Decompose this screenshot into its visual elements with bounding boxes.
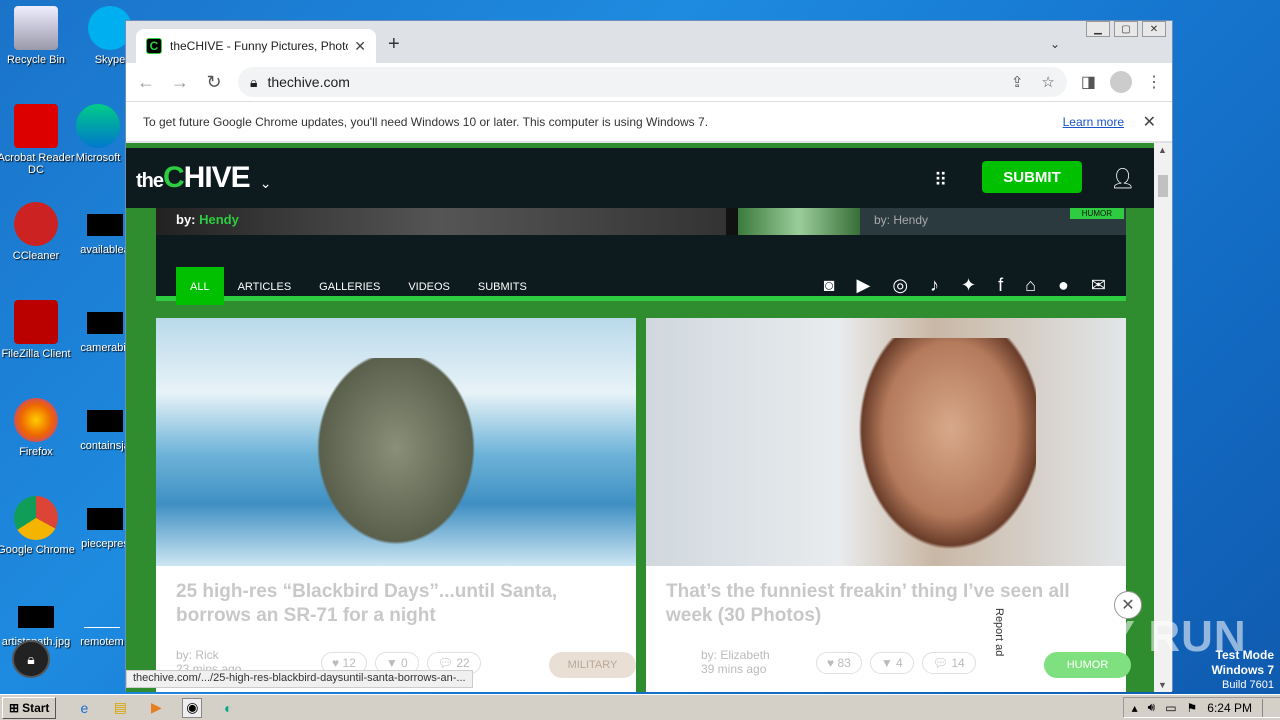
test-mode-label: Test Mode Windows 7 Build 7601	[1211, 648, 1274, 691]
tab-submits[interactable]: SUBMITS	[464, 267, 541, 305]
url-text: thechive.com	[267, 74, 350, 90]
like-button[interactable]: ♥ 83	[816, 652, 862, 674]
maximize-button[interactable]: ▢	[1114, 21, 1138, 37]
lock-icon: 🔒︎	[250, 73, 258, 90]
forward-icon[interactable]: →	[170, 72, 190, 93]
tiktok-icon[interactable]: ♪	[930, 275, 939, 296]
back-icon[interactable]: ←	[136, 72, 156, 93]
report-ad-link[interactable]: Report ad	[993, 608, 1005, 656]
ie-icon[interactable]: e	[74, 698, 94, 718]
android-icon[interactable]: ⌂	[1025, 275, 1036, 296]
featured-strip: by: Hendy by: Hendy HUMOR	[156, 208, 1126, 235]
bookmark-star-icon[interactable]: ☆	[1041, 73, 1054, 91]
apps-grid-icon[interactable]: ⠿	[934, 170, 947, 191]
edge-taskbar-icon[interactable]: ◐	[218, 698, 238, 718]
close-window-button[interactable]: ✕	[1142, 21, 1166, 37]
privacy-lock-icon[interactable]: 🔒︎	[12, 640, 50, 678]
article-stats: ♥ 83 ▼ 4 💬︎ 14	[816, 652, 976, 674]
apple-icon[interactable]: ●	[1058, 275, 1069, 296]
article-card[interactable]: 25 high-res “Blackbird Days”...until San…	[156, 318, 636, 692]
featured-author-right: by: Hendy	[874, 213, 929, 227]
recycle-bin-icon[interactable]: Recycle Bin	[0, 6, 76, 66]
user-icon[interactable]: 👤︎	[1110, 166, 1135, 191]
category-badge[interactable]: MILITARY	[549, 652, 636, 678]
profile-avatar[interactable]	[1110, 71, 1132, 93]
tab-videos[interactable]: VIDEOS	[394, 267, 464, 305]
featured-image-left[interactable]	[156, 208, 726, 235]
sr71-image	[306, 358, 486, 558]
article-image[interactable]	[646, 318, 1126, 566]
chive-logo[interactable]: theCHIVE	[136, 161, 251, 195]
youtube-icon[interactable]: ▶	[856, 275, 870, 296]
featured-right[interactable]: by: Hendy HUMOR	[738, 208, 1126, 235]
tab-all[interactable]: ALL	[176, 267, 224, 305]
explorer-folder-icon[interactable]: ▤	[110, 698, 130, 718]
infobar-message: To get future Google Chrome updates, you…	[143, 114, 709, 129]
reload-icon[interactable]: ↻	[204, 72, 224, 93]
update-infobar: To get future Google Chrome updates, you…	[126, 101, 1172, 141]
submit-button[interactable]: SUBMIT	[982, 161, 1082, 193]
featured-author-left: by: Hendy	[176, 212, 239, 227]
article-title[interactable]: 25 high-res “Blackbird Days”...until San…	[176, 580, 616, 628]
new-tab-button[interactable]: +	[388, 33, 400, 56]
clock[interactable]: 6:24 PM	[1207, 701, 1252, 715]
close-infobar-icon[interactable]: ✕	[1143, 112, 1156, 132]
flag-icon[interactable]: ⚑	[1187, 701, 1198, 715]
comments-button[interactable]: 💬︎ 14	[921, 652, 976, 674]
learn-more-link[interactable]: Learn more	[1063, 115, 1124, 129]
close-tab-icon[interactable]: ✕	[354, 38, 366, 55]
featured-tag[interactable]: HUMOR	[1069, 208, 1124, 219]
chive-favicon-icon: C	[146, 38, 162, 54]
dislike-button[interactable]: ▼ 4	[869, 652, 914, 674]
menu-kebab-icon[interactable]: ⋮	[1146, 72, 1162, 92]
tab-galleries[interactable]: GALLERIES	[305, 267, 394, 305]
status-url: thechive.com/.../25-high-res-blackbird-d…	[126, 670, 473, 688]
tab-articles[interactable]: ARTICLES	[224, 267, 306, 305]
windows-logo-icon: ⊞	[9, 700, 20, 715]
social-links: ◙ ▶ ◎ ♪ ✦ f ⌂ ● ✉	[824, 275, 1106, 296]
site-header: theCHIVE ⌄ ⠿ SUBMIT 👤︎	[126, 148, 1156, 208]
twitter-icon[interactable]: ✦	[961, 275, 976, 296]
tray-expand-icon[interactable]: ▴	[1132, 701, 1138, 715]
instagram-icon[interactable]: ◎	[892, 275, 908, 296]
tab-thechive[interactable]: C theCHIVE - Funny Pictures, Photos, ✕	[136, 29, 376, 63]
page-scrollbar[interactable]: ▲ ▼	[1154, 143, 1172, 692]
start-button[interactable]: ⊞ Start	[2, 696, 57, 719]
browser-window: C theCHIVE - Funny Pictures, Photos, ✕ +…	[125, 20, 1173, 692]
side-panel-icon[interactable]: ◨	[1081, 72, 1096, 92]
minimize-button[interactable]: ▁	[1086, 21, 1110, 37]
media-player-icon[interactable]: ▶	[146, 698, 166, 718]
tab-strip: C theCHIVE - Funny Pictures, Photos, ✕ +…	[126, 21, 1172, 63]
address-bar[interactable]: 🔒︎ thechive.com ⇪ ☆	[238, 67, 1067, 97]
facebook-icon[interactable]: f	[998, 275, 1003, 296]
article-image[interactable]	[156, 318, 636, 566]
mail-icon[interactable]: ✉	[1091, 275, 1106, 296]
discord-icon[interactable]: ◙	[824, 275, 835, 296]
category-nav: ALL ARTICLES GALLERIES VIDEOS SUBMITS ◙ …	[156, 235, 1126, 305]
network-icon[interactable]: ▭	[1165, 701, 1176, 715]
volume-icon[interactable]: 🔊︎	[1148, 700, 1156, 715]
taskbar: ⊞ Start e ▤ ▶ ◉ ◐ ▴ 🔊︎ ▭ ⚑ 6:24 PM	[0, 694, 1280, 720]
tab-title: theCHIVE - Funny Pictures, Photos,	[170, 39, 349, 53]
browser-toolbar: ← → ↻ 🔒︎ thechive.com ⇪ ☆ ◨ ⋮	[126, 63, 1172, 101]
show-desktop-button[interactable]	[1262, 698, 1272, 717]
chevron-down-icon[interactable]: ⌄	[260, 175, 272, 192]
featured-image-right	[738, 208, 860, 235]
woman-portrait-image	[846, 338, 1036, 566]
share-icon[interactable]: ⇪	[1011, 73, 1024, 91]
tab-search-chevron-icon[interactable]: ⌄	[1050, 37, 1060, 51]
chrome-taskbar-icon[interactable]: ◉	[182, 697, 203, 718]
article-meta: by: Elizabeth 39 mins ago	[701, 648, 770, 676]
system-tray: ▴ 🔊︎ ▭ ⚑ 6:24 PM	[1122, 697, 1280, 718]
